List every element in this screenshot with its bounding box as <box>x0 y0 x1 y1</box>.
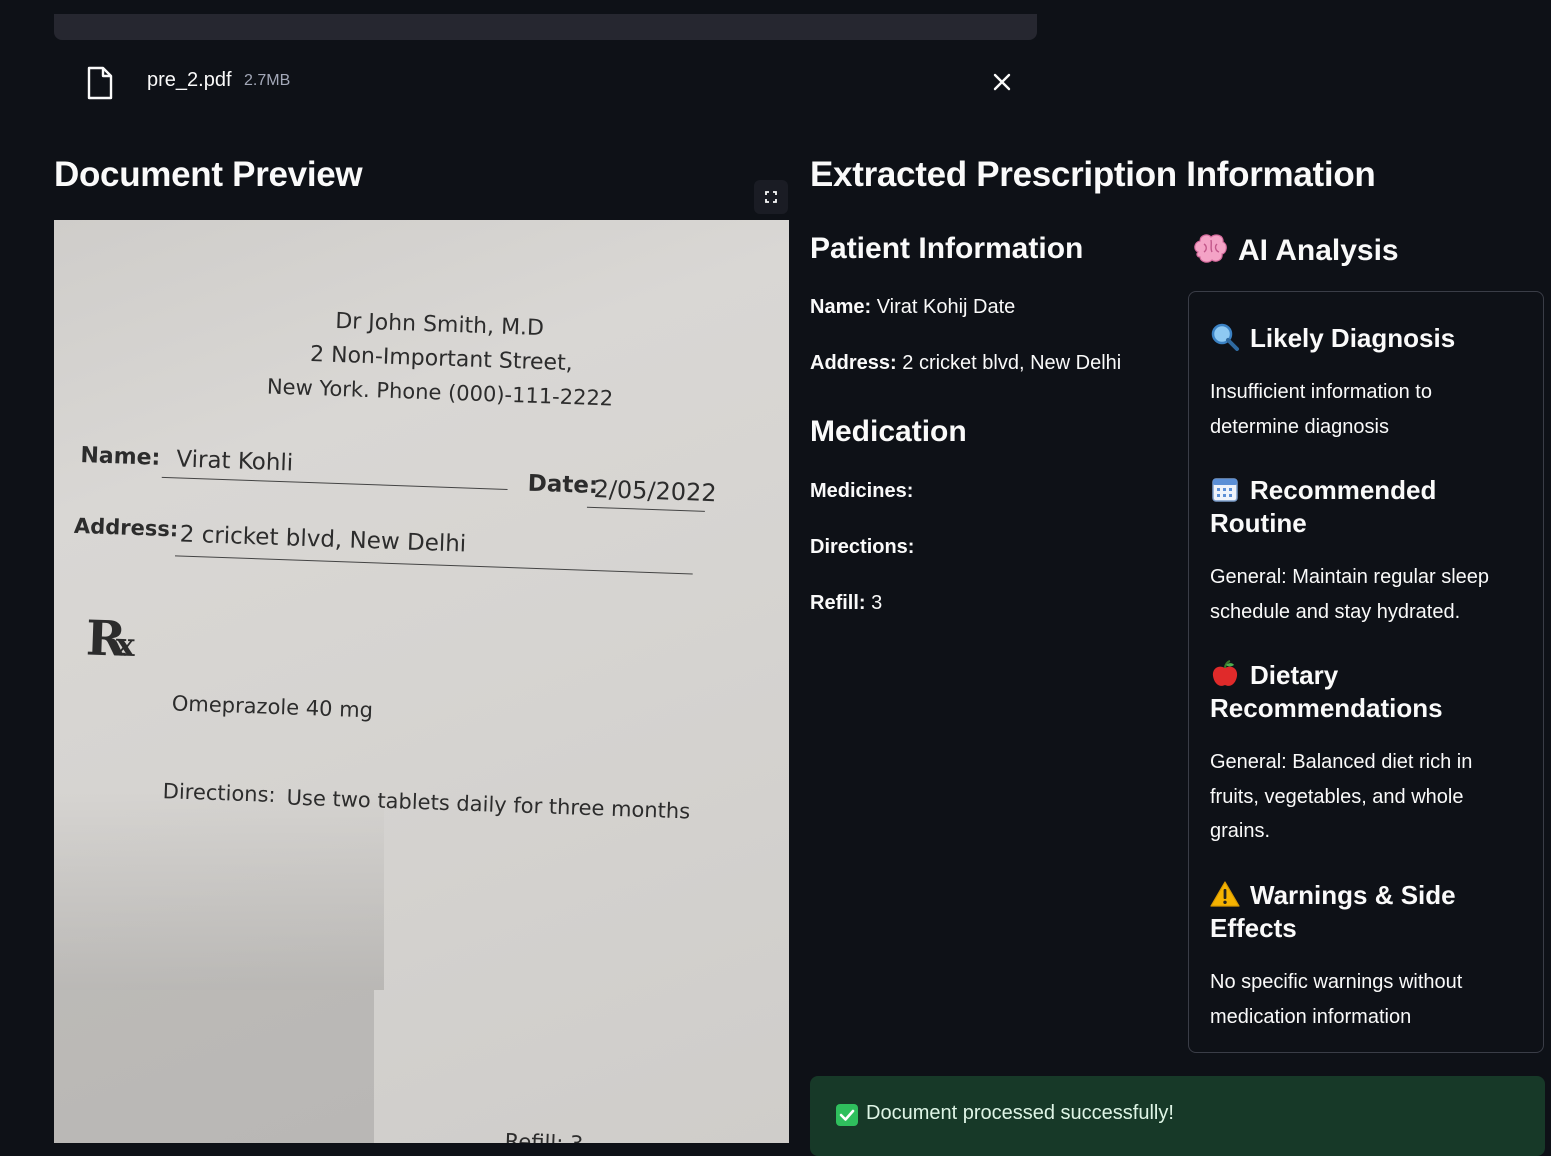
rx-symbol: Rx <box>85 610 136 668</box>
ai-analysis-heading-text: AI Analysis <box>1238 234 1399 267</box>
scan-address-value: 2 cricket blvd, New Delhi <box>179 521 467 558</box>
scan-street: 2 Non-Important Street, <box>309 341 574 377</box>
refill-label: Refill: <box>810 592 866 614</box>
medication-heading: Medication <box>810 415 967 448</box>
uploaded-file-row: pre_2.pdf 2.7MB <box>54 58 1037 106</box>
apple-icon <box>1212 660 1238 686</box>
diagnosis-text: Insufficient information to determine di… <box>1210 381 1432 438</box>
document-preview-image: Dr John Smith, M.D 2 Non-Important Stree… <box>54 220 789 1143</box>
scan-name-value: Virat Kohli <box>175 446 294 477</box>
file-size: 2.7MB <box>244 72 291 89</box>
warnings-text: No specific warnings without medication … <box>1210 971 1463 1028</box>
routine-heading: Recommended Routine <box>1210 475 1437 538</box>
calendar-icon <box>1212 478 1238 502</box>
scan-directions-label: Directions: <box>162 779 277 808</box>
directions-label: Directions: <box>810 536 915 558</box>
close-icon[interactable] <box>990 70 1014 94</box>
dietary-heading: Dietary Recommendations <box>1210 660 1443 723</box>
diagnosis-heading: Likely Diagnosis <box>1210 322 1530 355</box>
ai-analysis-heading: AI Analysis <box>1192 232 1399 268</box>
extracted-info-title: Extracted Prescription Information <box>810 155 1376 194</box>
magnifier-icon <box>1211 323 1239 351</box>
warning-icon <box>1210 881 1240 907</box>
scan-address-label: Address: <box>73 513 179 542</box>
fullscreen-button[interactable] <box>754 180 788 214</box>
scan-directions-value: Use two tablets daily for three months <box>286 785 691 824</box>
checkmark-icon <box>836 1104 858 1126</box>
medicines-label: Medicines: <box>810 480 914 502</box>
expand-icon <box>765 191 777 203</box>
file-dropzone[interactable] <box>54 14 1037 40</box>
scan-refill: Refill: 3 <box>504 1129 584 1143</box>
file-icon <box>87 66 113 100</box>
patient-info-heading: Patient Information <box>810 232 1084 265</box>
success-message: Document processed successfully! <box>866 1102 1174 1124</box>
directions-row: Directions: <box>810 536 914 559</box>
scan-date-label: Date: <box>527 470 599 500</box>
patient-name-value: Virat Kohij Date <box>876 296 1016 318</box>
success-alert: Document processed successfully! <box>810 1076 1545 1156</box>
refill-value: 3 <box>871 592 883 614</box>
scan-doctor: Dr John Smith, M.D <box>334 308 545 342</box>
document-preview-title: Document Preview <box>54 155 363 194</box>
prescription-scan: Dr John Smith, M.D 2 Non-Important Stree… <box>54 220 789 1143</box>
patient-name-label: Name: <box>810 296 872 318</box>
patient-address-label: Address: <box>810 352 897 374</box>
ai-analysis-card: Likely Diagnosis Insufficient informatio… <box>1188 291 1544 1053</box>
refill-row: Refill: 3 <box>810 592 882 615</box>
file-name: pre_2.pdf <box>147 69 232 91</box>
patient-address-value: 2 cricket blvd, New Delhi <box>902 352 1122 374</box>
patient-address-row: Address: 2 cricket blvd, New Delhi <box>810 352 1121 375</box>
brain-icon <box>1194 234 1227 263</box>
scan-city-phone: New York. Phone (000)-111-2222 <box>266 374 614 411</box>
scan-name-label: Name: <box>80 443 161 471</box>
patient-name-row: Name: Virat Kohij Date <box>810 296 1015 319</box>
scan-medicine: Omeprazole 40 mg <box>171 691 374 723</box>
routine-text: General: Maintain regular sleep schedule… <box>1210 566 1490 623</box>
medicines-row: Medicines: <box>810 480 913 503</box>
scan-date-value: 2/05/2022 <box>593 474 718 508</box>
dietary-text: General: Balanced diet rich in fruits, v… <box>1210 751 1473 842</box>
warnings-heading: Warnings & Side Effects <box>1210 880 1456 943</box>
